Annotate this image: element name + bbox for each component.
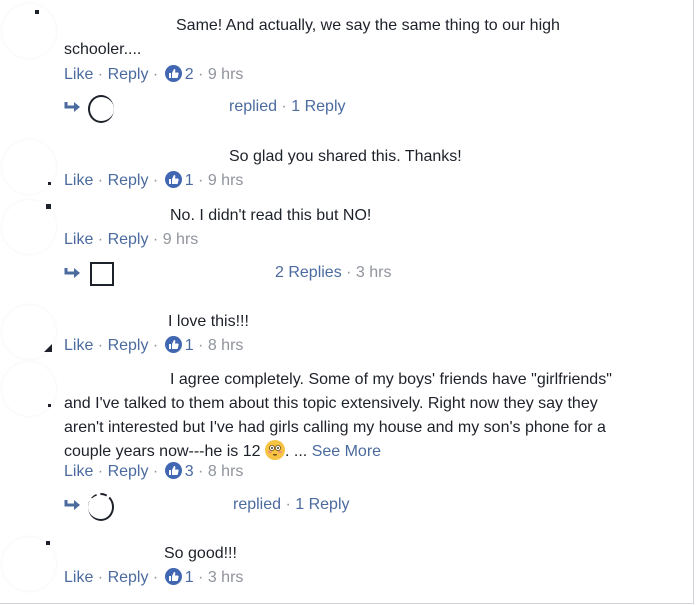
avatar-corner-mark <box>48 404 51 407</box>
reply-arrow-icon <box>64 102 80 112</box>
timestamp[interactable]: 3 hrs <box>208 569 244 586</box>
reply-avatar[interactable] <box>90 262 114 286</box>
reply-link[interactable]: Reply <box>108 66 149 83</box>
like-link[interactable]: Like <box>64 172 93 189</box>
comment-text: No. I didn't read this but NO! <box>170 207 372 224</box>
comment-text: So glad you shared this. Thanks! <box>229 148 462 165</box>
avatar[interactable] <box>2 362 56 416</box>
avatar-corner-mark <box>46 204 51 209</box>
comment-actions: Like · Reply · 9 hrs <box>64 231 199 248</box>
reply-summary[interactable]: replied · 1 Reply <box>233 495 350 515</box>
comment-text: Same! And actually, we say the same thin… <box>64 17 560 58</box>
avatar-corner-mark <box>35 10 39 14</box>
timestamp[interactable]: 9 hrs <box>208 172 244 189</box>
reply-link[interactable]: Reply <box>108 337 149 354</box>
comments-panel: Same! And actually, we say the same thin… <box>0 0 694 604</box>
timestamp[interactable]: 9 hrs <box>208 66 244 83</box>
timestamp[interactable]: 8 hrs <box>208 463 244 480</box>
comment-actions: Like · Reply · 1 · 9 hrs <box>64 171 244 189</box>
avatar[interactable] <box>2 140 56 194</box>
timestamp[interactable]: 8 hrs <box>208 337 244 354</box>
comment-text: I agree completely. Some of my boys' fri… <box>64 371 612 460</box>
avatar[interactable] <box>2 537 56 591</box>
like-count[interactable]: 2 <box>185 66 194 83</box>
timestamp[interactable]: 9 hrs <box>163 231 199 248</box>
thumbs-up-icon[interactable] <box>164 171 182 188</box>
reply-arrow-icon <box>64 500 80 510</box>
comment-text: So good!!! <box>164 545 237 562</box>
reply-link[interactable]: Reply <box>108 172 149 189</box>
reply-link[interactable]: Reply <box>108 231 149 248</box>
like-link[interactable]: Like <box>64 231 93 248</box>
comment-actions: Like · Reply · 1 · 8 hrs <box>64 336 244 354</box>
avatar-corner-mark <box>46 541 50 545</box>
reply-summary[interactable]: 2 Replies · 3 hrs <box>275 263 392 283</box>
reply-link[interactable]: Reply <box>108 463 149 480</box>
reply-summary[interactable]: replied · 1 Reply <box>229 97 346 117</box>
like-link[interactable]: Like <box>64 66 93 83</box>
avatar[interactable] <box>2 4 56 58</box>
thumbs-up-icon[interactable] <box>164 568 182 585</box>
like-count[interactable]: 1 <box>185 337 194 354</box>
comment-actions: Like · Reply · 1 · 3 hrs <box>64 568 244 586</box>
like-link[interactable]: Like <box>64 337 93 354</box>
see-more-link[interactable]: See More <box>312 443 381 460</box>
thumbs-up-icon[interactable] <box>164 336 182 353</box>
flushed-face-emoji <box>265 440 285 460</box>
thumbs-up-icon[interactable] <box>164 65 182 82</box>
like-count[interactable]: 1 <box>185 172 194 189</box>
comment-text: I love this!!! <box>168 313 249 330</box>
reply-link[interactable]: Reply <box>108 569 149 586</box>
like-link[interactable]: Like <box>64 569 93 586</box>
reply-arrow-icon <box>64 268 80 278</box>
comment-actions: Like · Reply · 3 · 8 hrs <box>64 462 244 480</box>
reply-avatar[interactable] <box>88 95 114 123</box>
reply-avatar[interactable] <box>88 493 114 521</box>
avatar-corner-mark <box>44 344 52 352</box>
like-count[interactable]: 3 <box>185 463 194 480</box>
like-count[interactable]: 1 <box>185 569 194 586</box>
thumbs-up-icon[interactable] <box>164 462 182 479</box>
like-link[interactable]: Like <box>64 463 93 480</box>
comment-actions: Like · Reply · 2 · 9 hrs <box>64 65 244 83</box>
avatar-corner-mark <box>48 182 51 185</box>
